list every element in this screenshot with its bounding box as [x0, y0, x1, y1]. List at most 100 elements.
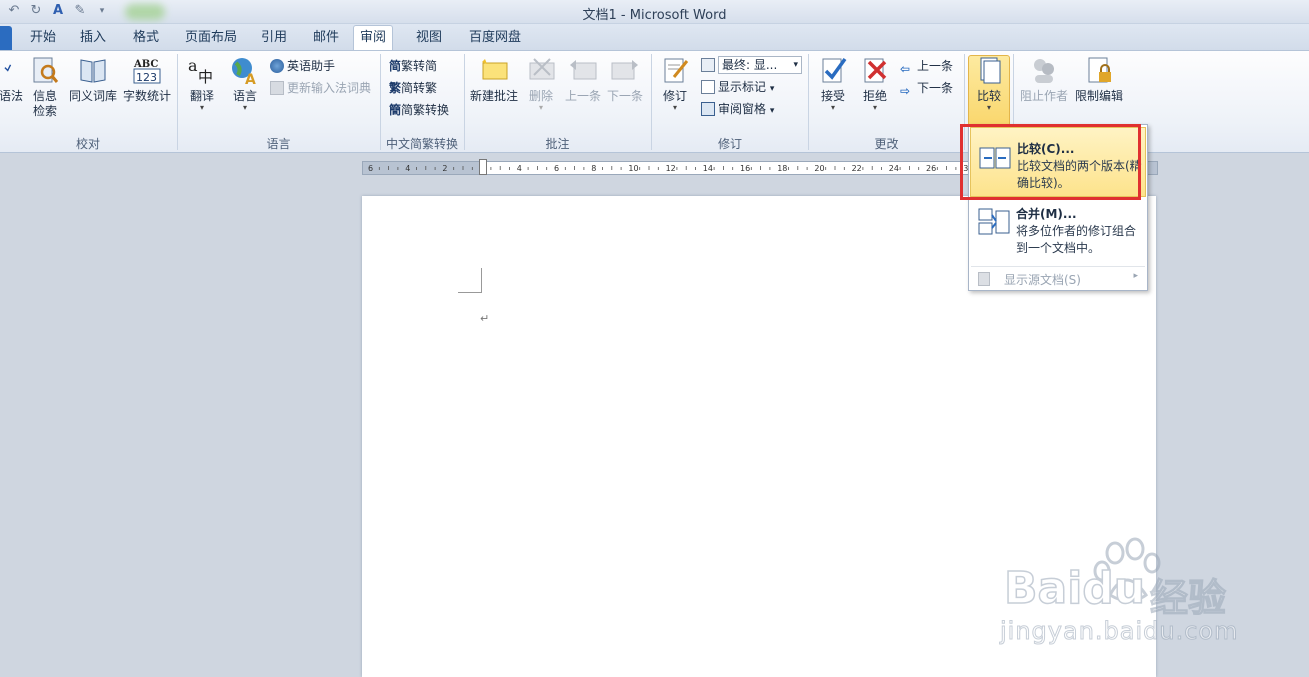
tab-format[interactable]: 格式 — [127, 27, 165, 50]
prev-comment-button[interactable]: 上一条 — [562, 55, 604, 104]
paragraph-mark: ↵ — [480, 312, 490, 325]
reject-icon — [864, 58, 887, 83]
source-documents-icon — [978, 272, 990, 286]
ruler-label: 10 — [628, 164, 638, 173]
watermark-url: jingyan.baidu.com — [999, 617, 1239, 646]
dropdown-arrow-icon: ▾ — [242, 103, 247, 112]
grammar-button[interactable]: 语法 — [0, 55, 24, 104]
tab-mailings[interactable]: 邮件 — [307, 27, 345, 50]
svg-text:中: 中 — [198, 68, 213, 85]
track-changes-button[interactable]: 修订 ▾ — [657, 55, 693, 112]
ruler-label: 8 — [591, 164, 596, 173]
delete-comment-button[interactable]: 删除 ▾ — [524, 55, 558, 112]
combine-documents-icon — [978, 208, 1010, 235]
language-button[interactable]: A 语言 ▾ — [226, 55, 264, 112]
prev-comment-icon — [570, 60, 597, 80]
group-label-language: 语言 — [266, 137, 291, 151]
accept-icon — [822, 57, 847, 83]
tab-home[interactable]: 开始 — [24, 27, 62, 50]
simp-to-trad-button[interactable]: 繁简转繁 — [389, 79, 437, 97]
language-icon: A — [232, 58, 256, 85]
ruler-label: 6 — [554, 164, 559, 173]
markup-icon — [701, 58, 715, 72]
dictionary-icon — [270, 81, 284, 95]
prev-change-button[interactable]: ⇦ 上一条 — [900, 57, 953, 76]
track-changes-icon — [664, 58, 689, 83]
next-comment-button[interactable]: 下一条 — [604, 55, 646, 104]
group-label-comments: 批注 — [545, 137, 570, 151]
accept-button[interactable]: 接受 ▾ — [815, 55, 851, 112]
restrict-editing-button[interactable]: 限制编辑 — [1073, 55, 1125, 104]
highlight-annotation-box — [960, 124, 1141, 200]
ruler-label: 16 — [740, 164, 750, 173]
group-label-chinese-conversion: 中文简繁转换 — [385, 137, 458, 151]
indent-marker-icon[interactable] — [479, 159, 487, 175]
thesaurus-button[interactable]: 同义词库 — [67, 55, 119, 104]
tab-view[interactable]: 视图 — [410, 27, 448, 50]
reviewing-pane-button[interactable]: 审阅窗格 ▾ — [701, 100, 774, 118]
tab-page-layout[interactable]: 页面布局 — [179, 27, 243, 50]
ruler-label: 18 — [777, 164, 787, 173]
delete-comment-icon — [529, 58, 555, 80]
display-for-review-select[interactable]: 最终: 显... ▾ — [701, 56, 802, 74]
ruler-label: 4 — [517, 164, 522, 173]
new-comment-button[interactable]: 新建批注 — [468, 55, 520, 104]
trad-to-simp-button[interactable]: 简繁转简 — [389, 57, 437, 75]
dropdown-arrow-icon: ▾ — [538, 103, 543, 112]
ruler-label: 26 — [926, 164, 936, 173]
tab-insert[interactable]: 插入 — [74, 27, 112, 50]
watermark-suffix: 经验 — [1149, 575, 1227, 620]
ruler-label: 20 — [814, 164, 824, 173]
reject-button[interactable]: 拒绝 ▾ — [857, 55, 893, 112]
dropdown-arrow-icon: ▾ — [672, 103, 677, 112]
show-source-documents-menu-item[interactable]: 显示源文档(S) ▸ — [970, 269, 1146, 289]
dropdown-arrow-icon: ▾ — [872, 103, 877, 112]
new-comment-icon — [482, 59, 508, 80]
ruler-label: 12 — [666, 164, 676, 173]
conversion-button[interactable]: 簡简繁转换 — [389, 101, 449, 119]
next-comment-icon — [611, 60, 638, 80]
compare-icon — [980, 57, 1001, 84]
combine-menu-item[interactable]: 合并(M)... 将多位作者的修订组合到一个文档中。 — [970, 201, 1146, 261]
tab-baidu-netdisk[interactable]: 百度网盘 — [463, 27, 527, 50]
watermark-brand: Baidu — [1003, 562, 1146, 615]
menu-separator — [971, 266, 1145, 267]
svg-text:a: a — [188, 56, 198, 75]
translate-button[interactable]: a中 翻译 ▾ — [183, 55, 221, 112]
block-authors-button[interactable]: 阻止作者 — [1019, 55, 1069, 104]
dropdown-arrow-icon: ▾ — [986, 103, 991, 112]
simp-to-trad-icon: 繁 — [389, 81, 402, 95]
chevron-down-icon: ▾ — [769, 106, 775, 116]
word-count-icon: ABC123 — [133, 59, 161, 84]
window-title: 文档1 - Microsoft Word — [582, 8, 727, 23]
english-assistant-button[interactable]: 英语助手 — [270, 57, 335, 75]
tab-review[interactable]: 审阅 — [353, 25, 394, 50]
word-count-button[interactable]: ABC 123 字数统计 — [121, 55, 173, 104]
svg-text:ABC: ABC — [133, 59, 158, 70]
tab-references[interactable]: 引用 — [255, 27, 293, 50]
ruler-label: 14 — [703, 164, 713, 173]
update-ime-button[interactable]: 更新输入法词典 — [270, 79, 371, 97]
ruler-label: 22 — [852, 164, 862, 173]
chevron-down-icon: ▾ — [769, 84, 775, 94]
show-markup-button[interactable]: 显示标记 ▾ — [701, 78, 774, 96]
group-label-proofing: 校对 — [75, 137, 100, 151]
english-assistant-icon — [270, 59, 284, 73]
ruler-label: 24 — [889, 164, 899, 173]
title-bar: ↶ ↻ A ✎ ▾ 文档1 - Microsoft Word — [0, 0, 1309, 24]
compare-button-content[interactable]: 比较 ▾ — [968, 55, 1010, 112]
ruler-label: 2 — [442, 164, 447, 173]
svg-text:123: 123 — [136, 71, 157, 84]
next-change-icon: ⇨ — [900, 84, 911, 98]
svg-text:A: A — [245, 72, 256, 85]
block-authors-icon — [1034, 59, 1054, 83]
submenu-arrow-icon: ▸ — [1133, 271, 1138, 281]
trad-to-simp-icon: 简 — [389, 59, 402, 73]
show-markup-icon — [701, 80, 715, 94]
research-button[interactable]: 信息 检索 — [28, 55, 62, 119]
restrict-editing-icon — [1088, 57, 1111, 83]
file-tab[interactable] — [0, 26, 12, 50]
research-icon — [33, 57, 59, 83]
group-label-tracking: 修订 — [717, 137, 742, 151]
next-change-button[interactable]: ⇨ 下一条 — [900, 79, 953, 98]
